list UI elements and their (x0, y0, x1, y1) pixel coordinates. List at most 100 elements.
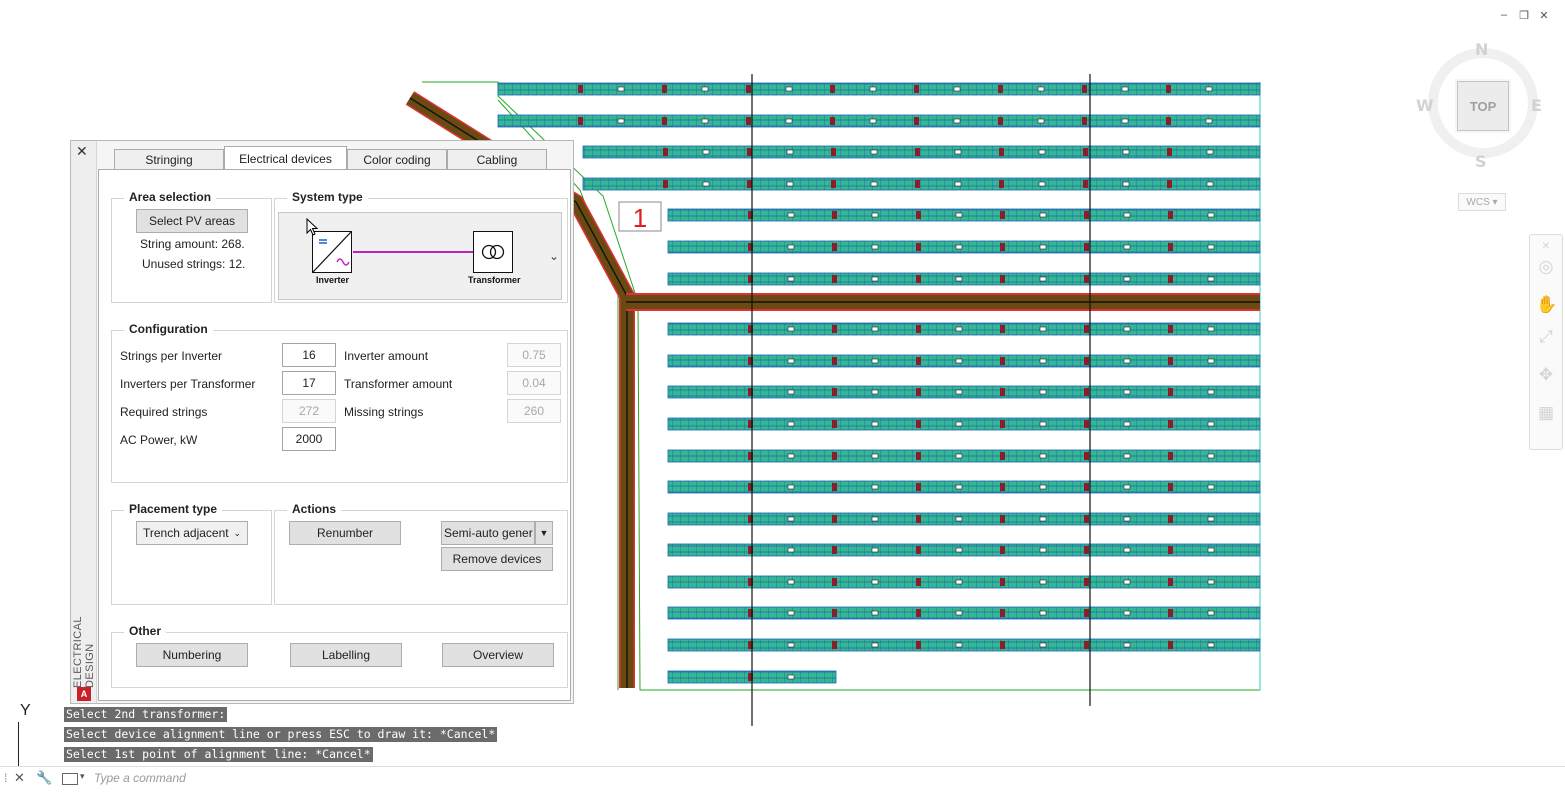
tab-stringing[interactable]: Stringing (114, 149, 224, 170)
compass-north[interactable]: N (1475, 40, 1488, 59)
renumber-button[interactable]: Renumber (289, 521, 401, 545)
pv-rows (497, 82, 1261, 684)
junction-marker (1205, 118, 1213, 124)
string-combiner-marker (999, 148, 1004, 156)
chevron-down-icon[interactable]: ⌄ (549, 249, 559, 263)
string-combiner-marker (1000, 275, 1005, 283)
string-combiner-marker (916, 211, 921, 219)
inverters-per-transformer-input[interactable]: 17 (282, 371, 336, 395)
junction-marker (1123, 610, 1131, 616)
chevron-down-icon[interactable]: ▾ (80, 771, 85, 782)
close-icon[interactable]: ✕ (76, 143, 88, 160)
ac-power-input[interactable]: 2000 (282, 427, 336, 451)
compass-east[interactable]: E (1531, 96, 1542, 115)
tab-cabling[interactable]: Cabling (447, 149, 547, 170)
junction-marker (1039, 516, 1047, 522)
junction-marker (955, 326, 963, 332)
generation-mode-button[interactable]: Semi-auto gener (441, 521, 535, 545)
string-combiner-marker (1082, 117, 1087, 125)
string-combiner-marker (832, 211, 837, 219)
orbit-icon[interactable]: ✥ (1536, 365, 1556, 385)
junction-marker (1039, 244, 1047, 250)
string-combiner-marker (1000, 388, 1005, 396)
inverters-per-transformer-label: Inverters per Transformer (120, 377, 256, 391)
labelling-button[interactable]: Labelling (290, 643, 402, 667)
junction-marker (955, 547, 963, 553)
tab-color-coding[interactable]: Color coding (347, 149, 447, 170)
remove-devices-button[interactable]: Remove devices (441, 547, 553, 571)
select-pv-areas-button[interactable]: Select PV areas (136, 209, 248, 233)
junction-marker (1039, 453, 1047, 459)
inverter-amount-label: Inverter amount (344, 349, 429, 363)
numbering-button[interactable]: Numbering (136, 643, 248, 667)
junction-marker (1039, 610, 1047, 616)
string-combiner-marker (832, 641, 837, 649)
string-combiner-marker (1168, 357, 1173, 365)
placement-type-dropdown[interactable]: Trench adjacent ⌄ (136, 521, 248, 545)
palette-title: ELECTRICAL DESIGN (72, 616, 96, 688)
string-amount-text: String amount: 268. (140, 237, 245, 251)
viewcube-top-face[interactable]: TOP (1457, 81, 1509, 131)
connection-line (353, 251, 473, 253)
command-input[interactable]: Type a command (94, 771, 186, 785)
string-combiner-marker (746, 85, 751, 93)
close-icon[interactable]: ✕ (14, 770, 25, 786)
compass-west[interactable]: W (1416, 96, 1434, 115)
group-title: Configuration (124, 322, 213, 336)
junction-marker (1037, 118, 1045, 124)
junction-marker (871, 244, 879, 250)
junction-marker (871, 358, 879, 364)
junction-marker (955, 276, 963, 282)
string-combiner-marker (832, 452, 837, 460)
junction-marker (1207, 516, 1215, 522)
junction-marker (871, 610, 879, 616)
junction-marker (1039, 276, 1047, 282)
area-selection-group: Area selection Select PV areas String am… (111, 190, 272, 303)
grip-icon[interactable]: ⁞ (4, 771, 7, 785)
app-logo: A (77, 687, 91, 701)
required-strings-field: 272 (282, 399, 336, 423)
showmotion-icon[interactable]: ▦ (1536, 403, 1556, 423)
string-combiner-marker (831, 180, 836, 188)
string-combiner-marker (1084, 578, 1089, 586)
string-combiner-marker (832, 578, 837, 586)
transformer-icon (473, 231, 513, 273)
junction-marker (787, 674, 795, 680)
close-icon[interactable]: ✕ (1536, 237, 1556, 257)
command-prompt-icon[interactable] (62, 773, 78, 785)
junction-marker (1123, 389, 1131, 395)
string-combiner-marker (1084, 275, 1089, 283)
string-combiner-marker (830, 85, 835, 93)
string-combiner-marker (916, 275, 921, 283)
chevron-down-icon[interactable]: ▼ (535, 521, 553, 545)
steering-wheel-icon[interactable]: ◎ (1536, 257, 1556, 277)
palette-sidebar: ✕ ELECTRICAL DESIGN A (71, 141, 97, 703)
string-combiner-marker (1168, 420, 1173, 428)
junction-marker (701, 86, 709, 92)
pan-icon[interactable]: ✋ (1536, 295, 1557, 315)
viewcube[interactable]: N S E W TOP (1416, 40, 1545, 180)
chevron-down-icon: ⌄ (233, 527, 241, 538)
zoom-icon[interactable]: ⤢ (1536, 327, 1556, 347)
wrench-icon[interactable]: 🔧 (36, 770, 52, 786)
compass-south[interactable]: S (1475, 152, 1487, 171)
junction-marker (871, 389, 879, 395)
string-combiner-marker (832, 275, 837, 283)
overview-button[interactable]: Overview (442, 643, 554, 667)
junction-marker (1123, 276, 1131, 282)
junction-marker (1207, 547, 1215, 553)
junction-marker (1207, 326, 1215, 332)
strings-per-inverter-input[interactable]: 16 (282, 343, 336, 367)
string-combiner-marker (578, 85, 583, 93)
string-combiner-marker (662, 85, 667, 93)
junction-marker (787, 642, 795, 648)
junction-marker (955, 453, 963, 459)
junction-marker (1121, 118, 1129, 124)
wcs-menu[interactable]: WCS ▾ (1458, 193, 1506, 211)
junction-marker (1039, 547, 1047, 553)
junction-marker (955, 212, 963, 218)
tab-electrical-devices[interactable]: Electrical devices (224, 146, 347, 171)
system-type-selector[interactable]: Inverter Transformer ⌄ (278, 212, 562, 300)
junction-marker (869, 118, 877, 124)
ucs-y-label: Y (20, 702, 31, 719)
